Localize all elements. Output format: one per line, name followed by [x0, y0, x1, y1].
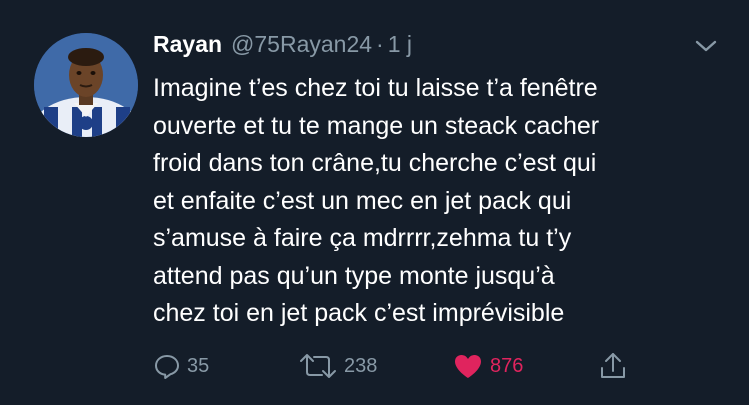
tweet-header: Rayan @75Rayan24 · 1 j — [153, 31, 412, 65]
tweet-text-line: attend pas qu’un type monte jusqu’à — [153, 261, 555, 290]
tweet-timestamp[interactable]: 1 j — [388, 31, 412, 58]
display-name[interactable]: Rayan — [153, 31, 222, 58]
retweet-button[interactable]: 238 — [298, 350, 377, 382]
tweet-card[interactable]: Rayan @75Rayan24 · 1 j Imagine t’es chez… — [0, 0, 749, 405]
share-button[interactable] — [598, 350, 628, 382]
reply-count: 35 — [187, 354, 210, 377]
avatar-image — [34, 33, 138, 137]
tweet-text-line: froid dans ton crâne,tu cherche c’est qu… — [153, 149, 597, 177]
heart-icon — [455, 355, 481, 378]
like-button[interactable]: 876 — [452, 350, 523, 382]
reply-button[interactable]: 35 — [153, 350, 209, 382]
speech-bubble-icon — [155, 355, 179, 379]
like-count: 876 — [490, 354, 524, 377]
header-separator: · — [376, 31, 384, 57]
retweet-arrows-icon — [300, 354, 336, 378]
tweet-text-line: ouverte et tu te mange un steack cacher — [153, 111, 600, 140]
tweet-text-line: Imagine t’es chez toi tu laisse t’a fenê… — [153, 74, 598, 102]
share-upload-icon — [601, 353, 625, 378]
user-handle[interactable]: @75Rayan24 — [231, 31, 372, 58]
retweet-count: 238 — [344, 354, 378, 377]
chevron-down-icon[interactable] — [693, 36, 719, 56]
tweet-text-line: s’amuse à faire ça mdrrrr,zehma tu t’y — [153, 224, 572, 252]
tweet-text-line: chez toi en jet pack c’est imprévisible — [153, 299, 565, 327]
tweet-text: Imagine t’es chez toi tu laisse t’a fenê… — [153, 70, 723, 333]
tweet-text-line: et enfaite c’est un mec en jet pack qui — [153, 186, 572, 215]
avatar[interactable] — [34, 33, 138, 137]
